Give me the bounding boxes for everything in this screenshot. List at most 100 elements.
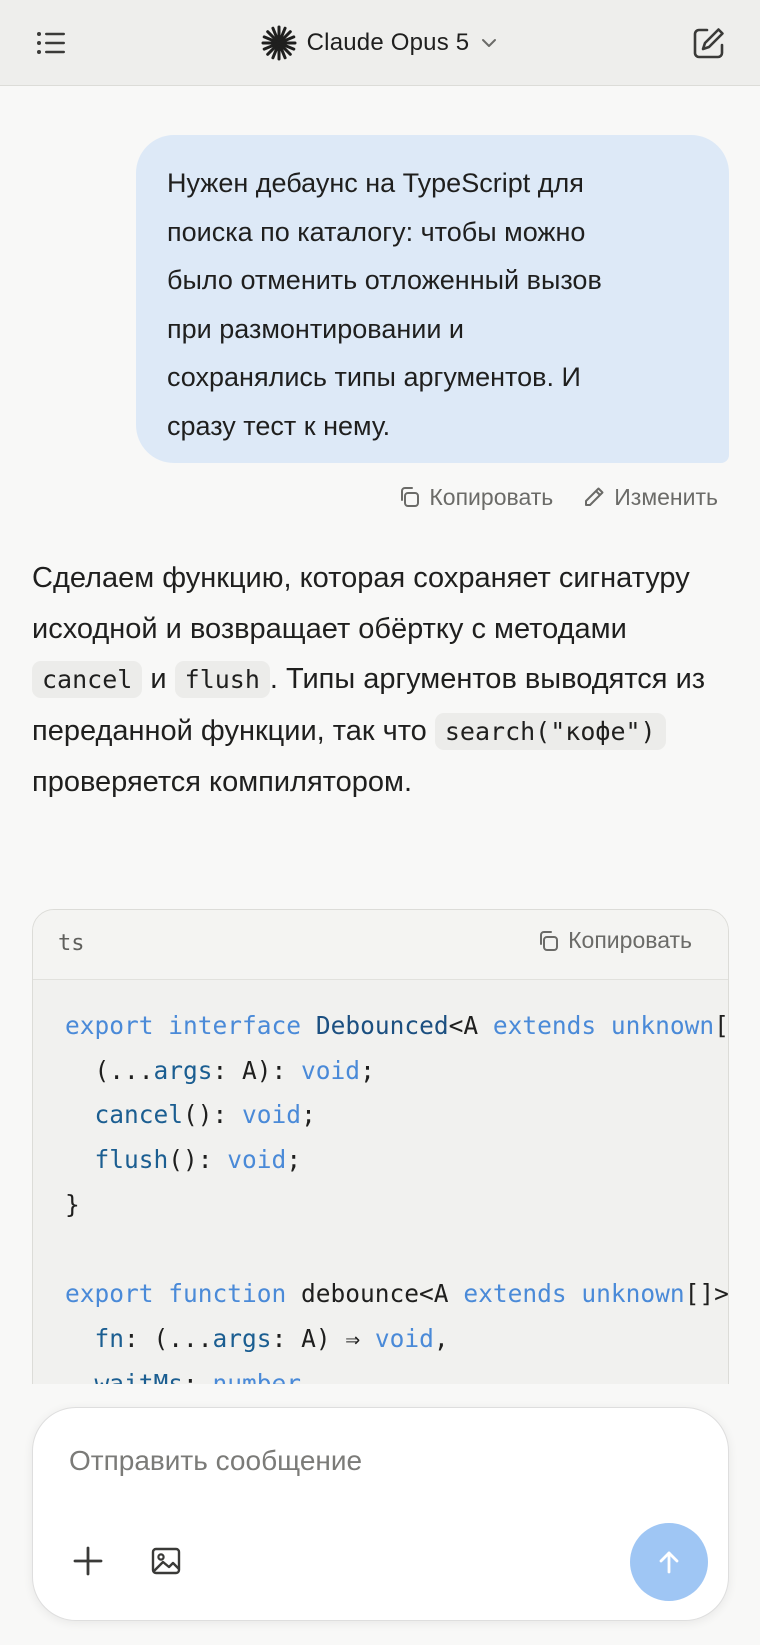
- user-message-bubble: Нужен дебаунс на TypeScript для поиска п…: [136, 135, 729, 463]
- add-image-button[interactable]: [141, 1536, 191, 1586]
- code-token: ():: [168, 1145, 228, 1175]
- code-token: Debounced: [315, 1011, 449, 1040]
- code-token: : (...: [124, 1323, 213, 1353]
- assistant-message-text: Сделаем функцию, которая сохраняет сигна…: [32, 553, 732, 808]
- code-line: export interface Debounced<A extends unk…: [65, 1004, 728, 1049]
- code-token: unknown: [581, 1279, 685, 1309]
- message-input[interactable]: [67, 1436, 687, 1486]
- edit-icon: [693, 28, 724, 59]
- attach-button[interactable]: [63, 1536, 113, 1586]
- user-message-line: при размонтировании и: [167, 313, 465, 344]
- user-message-line: поиска по каталогу: чтобы можно: [167, 216, 586, 247]
- copy-code-label: Копировать: [568, 927, 692, 953]
- plus-icon: [73, 1546, 103, 1576]
- conversation-view[interactable]: Нужен дебаунс на TypeScript для поиска п…: [0, 87, 760, 1384]
- code-token: args: [212, 1323, 272, 1353]
- assistant-text-segment: и: [150, 663, 167, 695]
- code-token: interface: [168, 1011, 302, 1040]
- code-token: []> {: [714, 1011, 729, 1040]
- model-selector[interactable]: Claude Opus 5: [245, 22, 515, 64]
- code-token: :: [183, 1368, 213, 1385]
- user-message-line: Нужен дебаунс на TypeScript для: [167, 168, 584, 198]
- code-language-label: ts: [58, 931, 85, 956]
- code-block-header: ts Копировать: [33, 910, 728, 980]
- code-token: ,: [433, 1323, 449, 1353]
- code-token: : A):: [212, 1055, 302, 1085]
- code-token: args: [153, 1055, 213, 1085]
- list-icon: [37, 32, 65, 54]
- code-token: debounce<A: [286, 1279, 464, 1309]
- user-message-line: сохранялись типы аргументов. И: [167, 362, 581, 392]
- assistant-text-segment: Сделаем функцию, которая сохраняет сигна…: [32, 562, 690, 645]
- copy-message-label: Копировать: [429, 483, 554, 510]
- code-line: (...args: A): void;: [65, 1049, 728, 1094]
- edit-message-button[interactable]: Изменить: [583, 484, 718, 511]
- sparkle-icon: [261, 25, 297, 61]
- code-line: fn: (...args: A) ⇒ void,: [65, 1317, 728, 1362]
- code-line: flush(): void;: [65, 1138, 728, 1183]
- inline-code-search-call: search("кофе"): [434, 712, 666, 750]
- image-icon: [151, 1547, 181, 1575]
- code-token: ;: [286, 1145, 302, 1175]
- code-token: void: [374, 1323, 434, 1353]
- code-token: ():: [183, 1100, 243, 1130]
- user-message-actions: Копировать Изменить: [398, 477, 718, 517]
- inline-code-flush: flush: [174, 661, 270, 698]
- code-token: function: [168, 1279, 287, 1309]
- code-token: : A) ⇒: [271, 1323, 375, 1353]
- user-message-line: сразу тест к нему.: [167, 410, 391, 441]
- edit-message-label: Изменить: [614, 483, 718, 510]
- assistant-text-segment: проверяется компилятором.: [32, 766, 413, 798]
- code-token: cancel: [94, 1100, 184, 1130]
- arrow-up-icon: [659, 1551, 679, 1574]
- inline-code-cancel: cancel: [32, 661, 143, 698]
- chat-app: Claude Opus 5 Нужен дебаунс на TypeScrip…: [0, 0, 760, 1645]
- code-token: number: [212, 1368, 302, 1385]
- copy-code-button[interactable]: Копировать: [537, 927, 692, 954]
- code-token: extends: [463, 1279, 567, 1309]
- model-name: Claude Opus 5: [306, 29, 470, 56]
- code-token: []>(: [684, 1279, 729, 1309]
- code-token: unknown: [610, 1011, 715, 1040]
- code-token: <A: [448, 1011, 493, 1040]
- code-token: }: [65, 1189, 80, 1219]
- sidebar-menu-button[interactable]: [26, 18, 76, 68]
- user-message-line: было отменить отложенный вызов: [167, 265, 602, 295]
- send-button[interactable]: [630, 1523, 708, 1601]
- copy-icon: [401, 487, 420, 507]
- message-composer: [32, 1407, 729, 1621]
- code-token: void: [242, 1100, 302, 1130]
- code-token: void: [227, 1145, 287, 1175]
- code-token: (...: [65, 1055, 154, 1085]
- code-token: void: [301, 1055, 361, 1085]
- code-body: export interface Debounced<A extends unk…: [33, 980, 728, 1384]
- code-token: export: [65, 1011, 154, 1040]
- code-token: flush: [94, 1145, 169, 1175]
- new-chat-button[interactable]: [684, 18, 734, 68]
- copy-icon: [540, 930, 559, 951]
- code-token: fn: [94, 1323, 125, 1353]
- copy-message-button[interactable]: Копировать: [398, 484, 553, 511]
- code-token: ;: [301, 1100, 316, 1130]
- code-line: }: [65, 1183, 728, 1228]
- code-token: ;: [360, 1055, 375, 1085]
- code-token: export: [65, 1279, 154, 1309]
- pencil-icon: [585, 487, 604, 506]
- code-line: export function debounce<A extends unkno…: [65, 1272, 728, 1317]
- code-block: ts Копировать export interface Debounced…: [32, 909, 729, 1384]
- code-token: waitMs: [94, 1368, 184, 1385]
- code-line: waitMs: number: [65, 1362, 728, 1385]
- code-line: cancel(): void;: [65, 1093, 728, 1138]
- chevron-down-icon: [482, 39, 497, 47]
- code-token: extends: [492, 1011, 597, 1040]
